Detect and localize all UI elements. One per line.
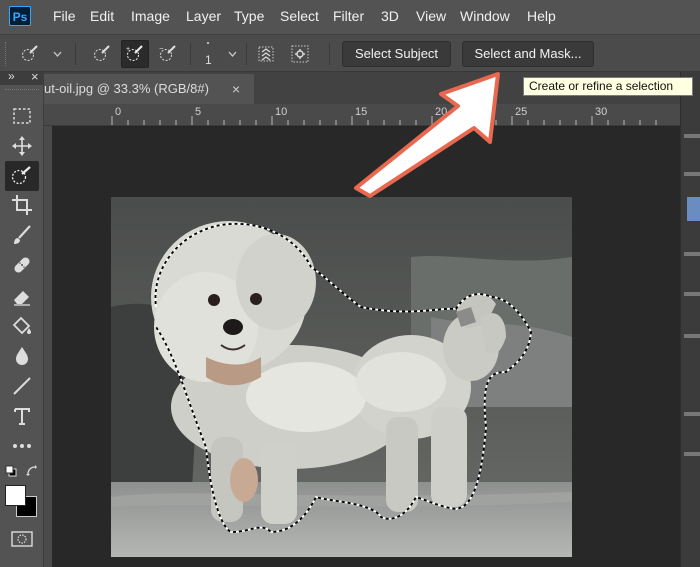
quick-selection-tool-active[interactable] xyxy=(5,161,39,191)
tools-panel-header: » × xyxy=(0,69,44,85)
ruler-label: 30 xyxy=(595,106,608,118)
quick-selection-tool-icon xyxy=(11,166,31,185)
divider xyxy=(329,43,330,65)
close-tab-icon[interactable]: × xyxy=(232,74,240,104)
menu-image[interactable]: Image xyxy=(131,8,170,24)
rectangular-marquee-icon[interactable] xyxy=(10,104,34,128)
ruler-label: 5 xyxy=(195,106,202,118)
default-colors-icon[interactable] xyxy=(5,465,17,477)
subtract-from-selection-icon[interactable]: − xyxy=(158,44,178,64)
panel-tab[interactable] xyxy=(684,452,700,456)
vertical-ruler xyxy=(44,126,52,567)
close-panel-icon[interactable]: × xyxy=(31,69,39,84)
brush-tool-icon[interactable] xyxy=(10,223,34,247)
menu-file[interactable]: File xyxy=(53,8,76,24)
divider xyxy=(246,43,247,65)
panel-tab[interactable] xyxy=(684,134,700,138)
quick-selection-preset-icon[interactable] xyxy=(20,44,40,64)
panel-tab[interactable] xyxy=(684,292,700,296)
brush-dot-icon xyxy=(207,42,209,44)
panel-tab[interactable] xyxy=(684,412,700,416)
swap-colors-icon[interactable] xyxy=(26,465,38,477)
healing-brush-icon[interactable] xyxy=(10,253,34,277)
svg-text:−: − xyxy=(159,44,164,53)
right-panel-strip xyxy=(680,72,700,567)
blur-tool-icon[interactable] xyxy=(10,344,34,368)
sample-all-layers-icon[interactable] xyxy=(256,44,276,64)
more-tools-icon[interactable] xyxy=(10,434,34,458)
tools-panel: » × xyxy=(0,69,44,567)
paint-bucket-icon[interactable] xyxy=(10,314,34,338)
menu-select[interactable]: Select xyxy=(280,8,319,24)
panel-tab[interactable] xyxy=(684,172,700,176)
new-selection-icon[interactable] xyxy=(92,44,112,64)
menu-window[interactable]: Window xyxy=(460,8,510,24)
menu-view[interactable]: View xyxy=(416,8,446,24)
annotation-arrow-icon xyxy=(354,72,500,198)
type-tool-icon[interactable] xyxy=(10,404,34,428)
document-tab-title: ut-oil.jpg @ 33.3% (RGB/8#) xyxy=(44,81,209,96)
collapse-panel-icon[interactable]: » xyxy=(8,69,15,83)
svg-text:+: + xyxy=(126,46,130,53)
grip-handle[interactable] xyxy=(5,42,9,66)
ruler-label: 0 xyxy=(115,106,122,118)
grip-handle[interactable] xyxy=(5,89,39,90)
eraser-tool-icon[interactable] xyxy=(10,284,34,308)
menu-help[interactable]: Help xyxy=(527,8,556,24)
panel-tab[interactable] xyxy=(684,252,700,256)
menu-filter[interactable]: Filter xyxy=(333,8,364,24)
quick-mask-icon[interactable] xyxy=(10,530,34,548)
foreground-color-swatch[interactable] xyxy=(5,485,26,506)
ruler-label: 10 xyxy=(275,106,288,118)
add-to-selection-button[interactable]: + xyxy=(121,40,149,68)
menu-bar: Ps File Edit Image Layer Type Select Fil… xyxy=(0,0,700,34)
document-tab[interactable]: ut-oil.jpg @ 33.3% (RGB/8#) × xyxy=(44,74,254,104)
menu-type[interactable]: Type xyxy=(234,8,264,24)
menu-layer[interactable]: Layer xyxy=(186,8,221,24)
photoshop-logo[interactable]: Ps xyxy=(9,6,31,26)
menu-edit[interactable]: Edit xyxy=(90,8,114,24)
divider xyxy=(75,43,76,65)
menu-3d[interactable]: 3D xyxy=(381,8,399,24)
chevron-down-icon[interactable] xyxy=(53,51,62,57)
add-to-selection-icon: + xyxy=(126,45,143,61)
tooltip: Create or refine a selection xyxy=(523,77,693,96)
document-image[interactable] xyxy=(111,197,572,557)
divider xyxy=(190,43,191,65)
auto-enhance-icon[interactable] xyxy=(290,44,310,64)
crop-tool-icon[interactable] xyxy=(10,193,34,217)
move-tool-icon[interactable] xyxy=(10,134,34,158)
line-tool-icon[interactable] xyxy=(10,374,34,398)
panel-thumbnail[interactable] xyxy=(687,197,700,221)
chevron-down-icon[interactable] xyxy=(228,51,237,57)
panel-tab[interactable] xyxy=(684,334,700,338)
brush-size-value[interactable]: 1 xyxy=(205,53,212,67)
